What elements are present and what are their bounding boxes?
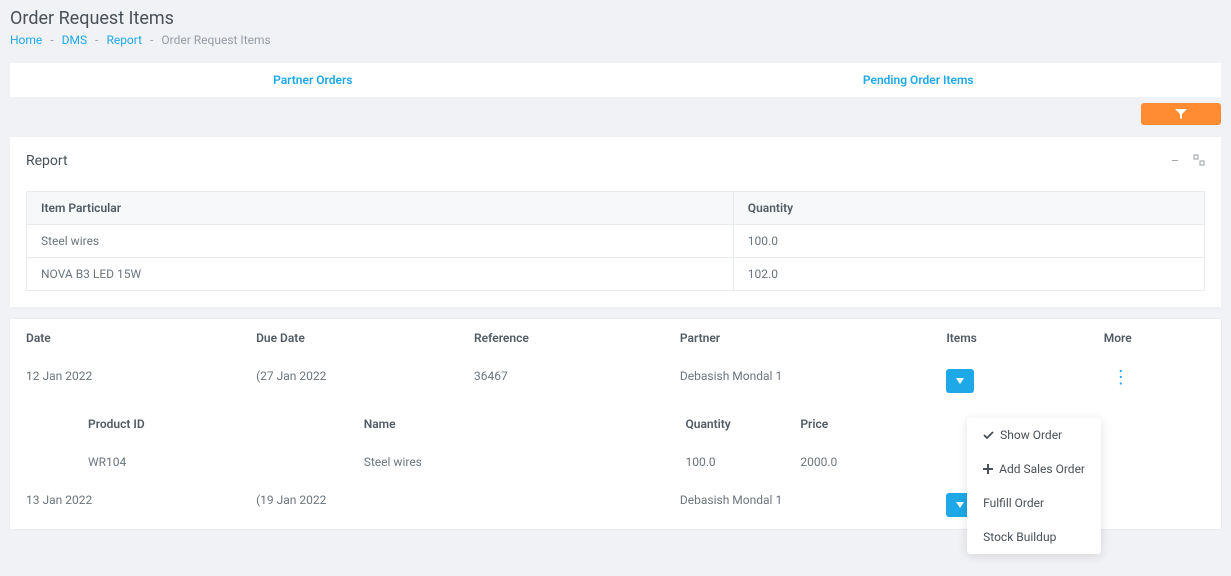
breadcrumb-dms[interactable]: DMS [62, 33, 87, 47]
col-reference: Reference [458, 319, 664, 357]
tabs: Partner Orders Pending Order Items [10, 63, 1221, 97]
col-date: Date [10, 319, 240, 357]
tab-partner-orders[interactable]: Partner Orders [10, 63, 616, 97]
table-row: Steel wires 100.0 [27, 225, 1205, 258]
breadcrumb-sep: - [95, 33, 98, 47]
breadcrumb-sep: - [50, 33, 53, 47]
menu-label: Add Sales Order [999, 462, 1085, 476]
cell-ref [458, 481, 664, 529]
more-menu: Show Order Add Sales Order Fulfill Order… [967, 418, 1101, 554]
menu-add-sales-order[interactable]: Add Sales Order [967, 452, 1101, 486]
col-items: Items [930, 319, 1087, 357]
page-title: Order Request Items [10, 8, 1221, 29]
breadcrumb-home[interactable]: Home [10, 33, 42, 47]
cell-ref: 36467 [458, 357, 664, 405]
col-item-particular: Item Particular [27, 192, 734, 225]
filter-icon [1175, 109, 1187, 119]
report-table: Item Particular Quantity Steel wires 100… [26, 191, 1205, 291]
cell-product-id: WR104 [72, 443, 348, 481]
cell-date: 12 Jan 2022 [10, 357, 240, 405]
items-toggle-button[interactable] [946, 369, 974, 393]
col-more: More [1088, 319, 1221, 357]
cell-due: (19 Jan 2022 [240, 481, 458, 529]
table-row: NOVA B3 LED 15W 102.0 [27, 258, 1205, 291]
cell-partner: Debasish Mondal 1 [664, 357, 930, 405]
menu-label: Fulfill Order [983, 496, 1044, 510]
breadcrumb-sep: - [150, 33, 153, 47]
cell-item: Steel wires [27, 225, 734, 258]
menu-show-order[interactable]: Show Order [967, 418, 1101, 452]
cell-qty: 100.0 [669, 443, 784, 481]
caret-down-icon [956, 378, 964, 384]
col-quantity: Quantity [733, 192, 1204, 225]
breadcrumb-report[interactable]: Report [106, 33, 142, 47]
table-row: 12 Jan 2022 (27 Jan 2022 36467 Debasish … [10, 357, 1221, 405]
breadcrumb-current: Order Request Items [161, 33, 270, 47]
col-partner: Partner [664, 319, 930, 357]
col-due-date: Due Date [240, 319, 458, 357]
menu-fulfill-order[interactable]: Fulfill Order [967, 486, 1101, 520]
cell-qty: 100.0 [733, 225, 1204, 258]
expand-icon[interactable] [1193, 154, 1205, 168]
caret-down-icon [956, 502, 964, 508]
plus-icon [983, 464, 993, 474]
minimize-icon[interactable]: – [1171, 154, 1179, 168]
breadcrumb: Home - DMS - Report - Order Request Item… [10, 33, 1221, 47]
menu-label: Show Order [1000, 428, 1062, 442]
col-name: Name [348, 405, 670, 443]
cell-qty: 102.0 [733, 258, 1204, 291]
report-card: Report – Item Particular Quantity Steel … [10, 137, 1221, 307]
cell-item: NOVA B3 LED 15W [27, 258, 734, 291]
cell-name: Steel wires [348, 443, 670, 481]
cell-price: 2000.0 [784, 443, 956, 481]
cell-partner: Debasish Mondal 1 [664, 481, 930, 529]
tab-pending-order-items[interactable]: Pending Order Items [616, 63, 1222, 97]
col-price: Price [784, 405, 956, 443]
report-title: Report [26, 153, 68, 169]
cell-due: (27 Jan 2022 [240, 357, 458, 405]
menu-stock-buildup[interactable]: Stock Buildup [967, 520, 1101, 554]
more-menu-button[interactable]: ⋮ [1104, 363, 1138, 392]
filter-button[interactable] [1141, 103, 1221, 125]
orders-card: Date Due Date Reference Partner Items Mo… [10, 319, 1221, 529]
cell-date: 13 Jan 2022 [10, 481, 240, 529]
check-icon [983, 431, 994, 440]
col-product-id: Product ID [72, 405, 348, 443]
menu-label: Stock Buildup [983, 530, 1056, 544]
col-qty: Quantity [669, 405, 784, 443]
